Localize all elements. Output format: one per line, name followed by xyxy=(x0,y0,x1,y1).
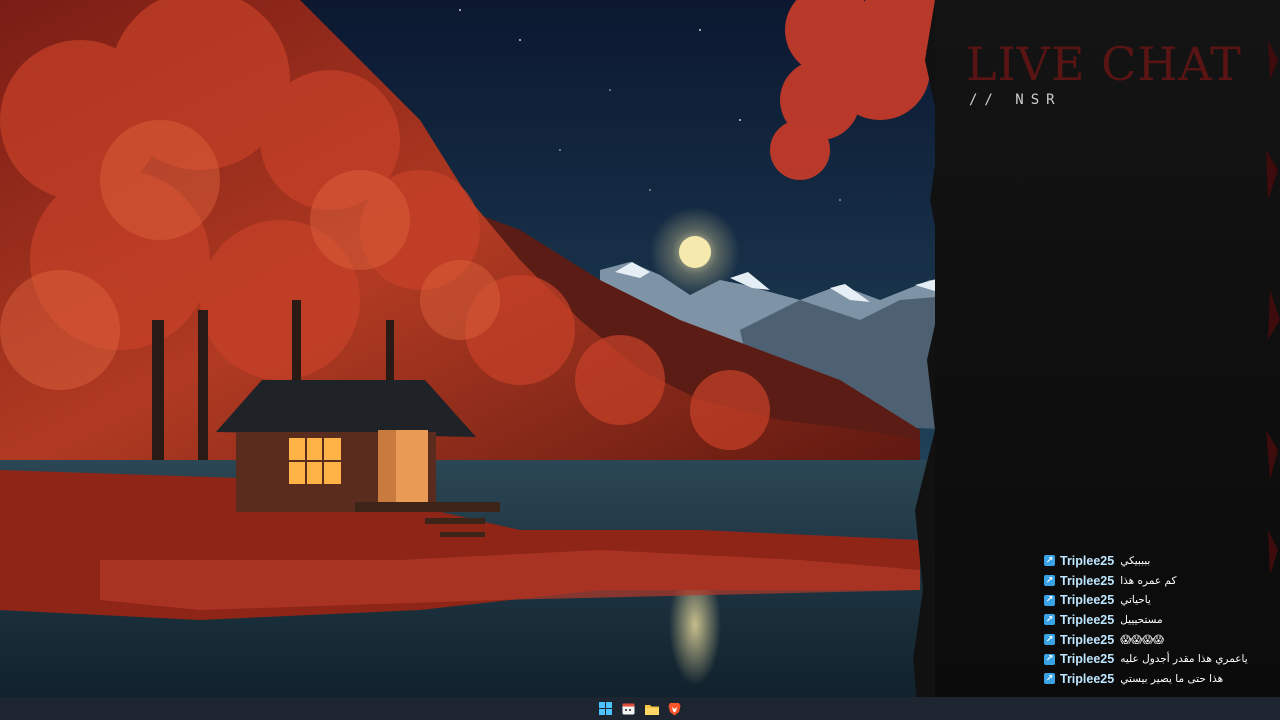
chat-username: Triplee25 xyxy=(1060,573,1115,588)
chat-text: ياعمري هذا مقدر أجدول عليه xyxy=(1120,653,1248,666)
platform-badge-icon: ↗ xyxy=(1044,673,1055,685)
chat-text: هذا حتى ما يصير بيستي xyxy=(1120,672,1224,685)
platform-badge-icon: ↗ xyxy=(1044,555,1055,567)
chat-username: Triplee25 xyxy=(1060,612,1115,627)
chat-message: ↗ Triplee25 😱😱😱😱 xyxy=(1044,630,1276,650)
live-chat-title: LIVE CHAT xyxy=(966,37,1242,91)
chat-username: Triplee25 xyxy=(1060,652,1115,667)
chat-text: 😱😱😱😱 xyxy=(1120,633,1164,646)
chat-username: Triplee25 xyxy=(1060,553,1115,568)
chat-message: ↗ Triplee25 هذا حتى ما يصير بيستي xyxy=(1044,669,1276,689)
chat-text: مستحيييل xyxy=(1120,613,1163,626)
chat-text: ياحياتي xyxy=(1120,594,1151,607)
chat-username: Triplee25 xyxy=(1060,632,1115,647)
windows-start-icon[interactable] xyxy=(597,700,614,717)
platform-badge-icon: ↗ xyxy=(1044,634,1055,646)
chat-message: ↗ Triplee25 ياعمري هذا مقدر أجدول عليه xyxy=(1044,649,1276,669)
platform-badge-icon: ↗ xyxy=(1044,594,1055,606)
chat-text: ببببيكي xyxy=(1120,554,1151,567)
chat-message: ↗ Triplee25 كم عمره هذا xyxy=(1044,571,1276,591)
chat-username: Triplee25 xyxy=(1060,593,1115,608)
taskbar xyxy=(0,697,1280,720)
calendar-app-icon[interactable] xyxy=(620,700,637,717)
platform-badge-icon: ↗ xyxy=(1044,653,1055,665)
chat-text: كم عمره هذا xyxy=(1120,574,1177,587)
platform-badge-icon: ↗ xyxy=(1044,575,1055,587)
platform-badge-icon: ↗ xyxy=(1044,614,1055,626)
chat-message-list: ↗ Triplee25 ببببيكي ↗ Triplee25 كم عمره … xyxy=(1044,551,1276,689)
panel-accent-decoration xyxy=(1266,40,1280,575)
file-explorer-icon[interactable] xyxy=(643,700,660,717)
chat-message: ↗ Triplee25 ببببيكي xyxy=(1044,551,1276,571)
live-chat-subtitle: // NSR xyxy=(969,92,1062,108)
brave-browser-icon[interactable] xyxy=(666,700,683,717)
chat-message: ↗ Triplee25 مستحيييل xyxy=(1044,610,1276,630)
chat-username: Triplee25 xyxy=(1060,671,1115,686)
chat-message: ↗ Triplee25 ياحياتي xyxy=(1044,590,1276,610)
